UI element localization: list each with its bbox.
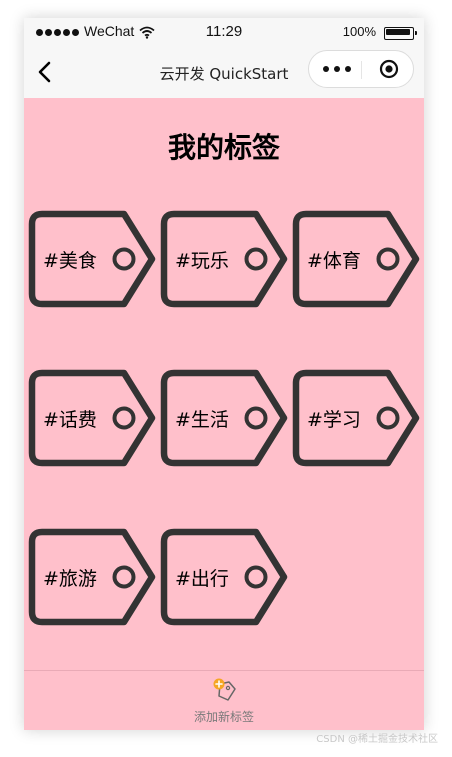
tag-card[interactable]: #学习 [292,369,422,467]
add-tag-icon [213,678,236,701]
tab-bar: 添加新标签 [24,670,424,730]
tag-label: #学习 [307,409,361,431]
more-dots-icon[interactable] [323,61,353,77]
navigation-bar: 云开发 QuickStart [24,48,424,98]
tag-label: #体育 [307,250,361,272]
status-bar: WeChat 11:29 100% [24,18,424,48]
watermark: CSDN @稀土掘金技术社区 [316,734,438,745]
tag-label: #生活 [175,409,229,431]
battery-percentage: 100% [342,24,376,39]
tag-card[interactable]: #玩乐 [160,210,290,308]
add-tag-label: 添加新标签 [193,710,254,724]
tag-label: #美食 [43,250,97,272]
tag-label: #旅游 [43,568,97,590]
mini-program-capsule [308,50,414,88]
add-tag-tab[interactable]: 添加新标签 [184,671,264,730]
tag-card[interactable]: #旅游 [28,528,158,626]
nav-title: 云开发 QuickStart [159,65,289,83]
tag-label: #玩乐 [175,250,229,272]
capsule-divider [361,61,362,79]
tag-page-content: 我的标签 #美食 #玩乐 #体育 #话费 #生活 #学习 #旅游 #出行 [24,98,424,670]
battery-icon [384,27,417,40]
tag-label: #话费 [43,409,97,431]
tag-label: #出行 [175,568,229,590]
target-close-icon[interactable] [379,59,399,79]
back-chevron-icon[interactable] [34,60,58,84]
tag-card[interactable]: #话费 [28,369,158,467]
tag-card[interactable]: #生活 [160,369,290,467]
phone-frame: WeChat 11:29 100% 云开发 QuickStart 我的标签 #美… [24,18,424,730]
tag-card[interactable]: #体育 [292,210,422,308]
tag-card[interactable]: #美食 [28,210,158,308]
tag-card[interactable]: #出行 [160,528,290,626]
page-title: 我的标签 [167,131,280,164]
